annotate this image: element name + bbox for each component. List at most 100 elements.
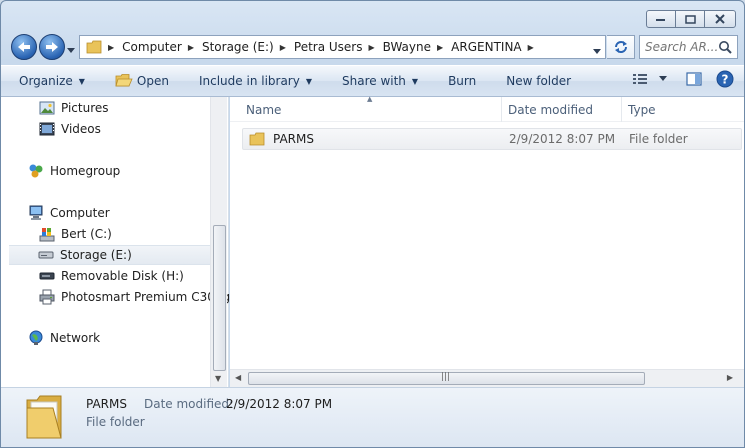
removable-disk-icon: [39, 268, 55, 284]
chevron-down-icon: ▼: [411, 76, 419, 86]
back-button[interactable]: [11, 34, 37, 60]
search-icon: [719, 41, 732, 54]
burn-label: Burn: [448, 74, 477, 88]
chevron-down-icon: ▼: [78, 76, 85, 86]
details-file-type: File folder: [86, 415, 145, 429]
column-label: Type: [628, 102, 656, 117]
homegroup-icon: [28, 163, 44, 179]
chevron-down-icon: [659, 76, 667, 81]
system-drive-icon: [39, 226, 55, 242]
details-view-icon: [633, 74, 647, 84]
command-bar: Organize ▼ Open Include in library ▼ Share…: [1, 65, 744, 97]
breadcrumb-label: Petra Users: [293, 40, 363, 54]
scrollbar-thumb[interactable]: |||: [248, 372, 645, 385]
nav-label: Pictures: [61, 101, 109, 115]
breadcrumb-computer[interactable]: Computer ▶: [122, 40, 202, 54]
maximize-button[interactable]: [675, 10, 705, 28]
search-input[interactable]: [645, 40, 717, 54]
nav-item-storage-e[interactable]: Storage (E:): [9, 245, 211, 265]
nav-label: Videos: [61, 122, 101, 136]
search-box[interactable]: [639, 35, 738, 59]
network-icon: [28, 330, 44, 346]
column-header-date-modified[interactable]: Date modified: [502, 97, 622, 122]
address-dropdown[interactable]: [593, 44, 601, 58]
address-bar[interactable]: ▶ Computer ▶ Storage (E:) ▶ Petra Users ▶ B…: [79, 35, 606, 59]
printer-icon: [39, 289, 55, 305]
column-label: Date modified: [508, 102, 594, 117]
sort-ascending-icon: ▲: [367, 95, 373, 103]
breadcrumb-separator[interactable]: ▶: [108, 43, 122, 52]
file-name: PARMS: [273, 132, 314, 146]
nav-pane-scrollbar[interactable]: ▼: [210, 97, 227, 387]
large-folder-icon: [26, 395, 62, 439]
scroll-left-arrow[interactable]: ◀: [235, 373, 241, 382]
nav-item-bert-c[interactable]: Bert (C:): [39, 224, 112, 244]
scroll-down-arrow[interactable]: ▼: [215, 374, 221, 383]
file-row[interactable]: PARMS 2/9/2012 8:07 PM File folder: [242, 128, 742, 150]
breadcrumb-label: ARGENTINA: [451, 40, 522, 54]
nav-item-homegroup[interactable]: Homegroup: [28, 161, 120, 181]
column-header-name[interactable]: ▲ Name: [230, 95, 502, 122]
nav-label: Computer: [50, 206, 110, 220]
file-list-horizontal-scrollbar[interactable]: ◀ ||| ▶: [230, 369, 744, 387]
details-date-value: 2/9/2012 8:07 PM: [226, 397, 333, 411]
folder-icon: [249, 132, 265, 146]
breadcrumb-petra-users[interactable]: Petra Users ▶: [294, 40, 383, 54]
burn-button[interactable]: Burn: [448, 74, 476, 88]
nav-item-removable-disk-h[interactable]: Removable Disk (H:): [39, 266, 184, 286]
new-folder-button[interactable]: New folder: [506, 74, 571, 88]
minimize-button[interactable]: [646, 10, 676, 28]
open-folder-icon: [115, 74, 133, 87]
nav-item-network[interactable]: Network: [28, 328, 100, 348]
nav-label: Network: [50, 331, 101, 345]
folder-icon: [86, 40, 102, 54]
share-with-button[interactable]: Share with ▼: [342, 74, 418, 88]
file-date-modified: 2/9/2012 8:07 PM: [509, 132, 616, 146]
breadcrumb-label: Computer: [122, 40, 182, 54]
videos-icon: [39, 121, 55, 137]
minimize-icon: [656, 19, 665, 21]
nav-item-computer[interactable]: Computer: [28, 203, 110, 223]
scroll-right-arrow[interactable]: ▶: [727, 373, 733, 382]
nav-label: Removable Disk (H:): [61, 269, 184, 283]
scrollbar-thumb[interactable]: [213, 225, 226, 371]
include-in-library-button[interactable]: Include in library ▼: [199, 74, 312, 88]
caption-buttons: [646, 10, 736, 28]
column-label: Name: [246, 102, 282, 117]
breadcrumb-label: Storage (E:): [201, 40, 274, 54]
breadcrumb-bwayne[interactable]: BWayne ▶: [383, 40, 452, 54]
breadcrumb-argentina[interactable]: ARGENTINA ▶: [451, 40, 542, 54]
open-button[interactable]: Open: [115, 74, 169, 88]
change-view-button[interactable]: [632, 72, 668, 86]
column-header-type[interactable]: Type: [622, 97, 744, 122]
chevron-down-icon: [593, 49, 601, 54]
explorer-window: ▶ Computer ▶ Storage (E:) ▶ Petra Users ▶ B…: [0, 0, 745, 448]
restore-icon: [684, 14, 696, 24]
organize-label: Organize: [19, 74, 73, 88]
organize-button[interactable]: Organize ▼: [19, 74, 85, 88]
open-label: Open: [136, 74, 169, 88]
grip-icon: |||: [441, 372, 451, 382]
new-folder-label: New folder: [506, 74, 572, 88]
svg-text:?: ?: [722, 73, 729, 87]
forward-button[interactable]: [39, 34, 65, 60]
file-type: File folder: [629, 132, 688, 146]
chevron-down-icon: [67, 48, 75, 53]
arrow-left-icon: [18, 42, 30, 52]
refresh-button[interactable]: [607, 35, 635, 59]
close-icon: [715, 14, 725, 24]
nav-item-pictures[interactable]: Pictures: [39, 98, 109, 118]
hard-drive-icon: [38, 247, 54, 263]
close-button[interactable]: [704, 10, 736, 28]
recent-pages-dropdown[interactable]: [67, 43, 75, 57]
details-pane: PARMS Date modified: 2/9/2012 8:07 PM Fi…: [1, 387, 744, 447]
refresh-icon: [614, 41, 627, 53]
breadcrumb-storage[interactable]: Storage (E:) ▶: [202, 40, 294, 54]
help-button[interactable]: ?: [716, 70, 734, 88]
nav-item-photosmart[interactable]: Photosmart Premium C309g: [39, 287, 230, 307]
share-with-label: Share with: [342, 74, 406, 88]
chevron-down-icon: ▼: [305, 76, 312, 86]
nav-item-videos[interactable]: Videos: [39, 119, 101, 139]
preview-pane-button[interactable]: [686, 72, 702, 86]
arrow-right-icon: [46, 42, 58, 52]
